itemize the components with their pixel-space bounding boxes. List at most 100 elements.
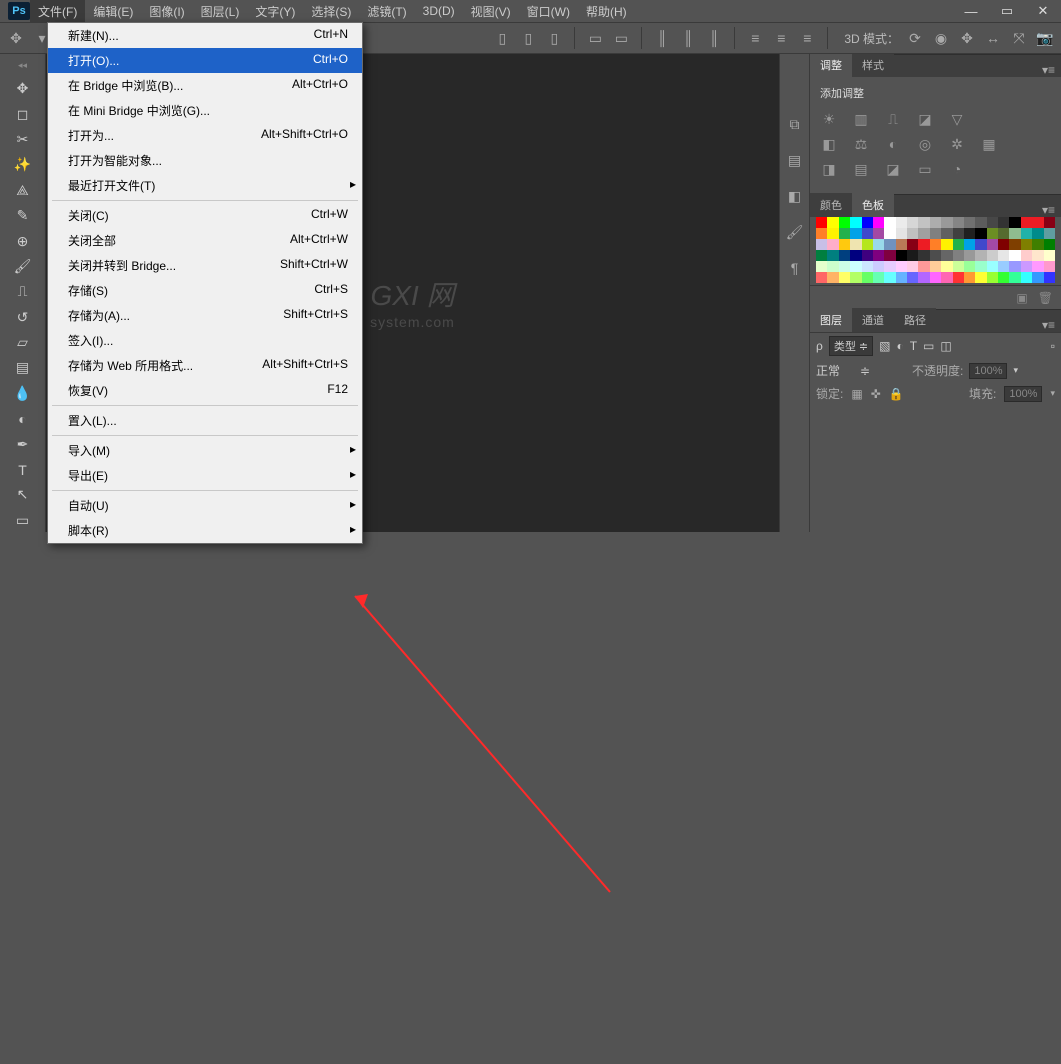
swatch[interactable] xyxy=(816,250,827,261)
swatch[interactable] xyxy=(827,228,838,239)
swatch[interactable] xyxy=(964,228,975,239)
swatch[interactable] xyxy=(1032,272,1043,283)
properties-icon[interactable]: ◧ xyxy=(785,186,805,206)
swatch[interactable] xyxy=(816,239,827,250)
swatch[interactable] xyxy=(862,228,873,239)
swatch[interactable] xyxy=(918,228,929,239)
swatch[interactable] xyxy=(816,217,827,228)
swatch[interactable] xyxy=(1009,217,1020,228)
menu-dd[interactable]: 3D(D) xyxy=(415,1,463,21)
tab-swatches[interactable]: 色板 xyxy=(852,193,894,217)
swatch[interactable] xyxy=(975,239,986,250)
3d-pan-icon[interactable]: ✥ xyxy=(957,28,977,48)
curves-icon[interactable]: ⎍ xyxy=(884,111,902,128)
swatch[interactable] xyxy=(918,239,929,250)
swatch[interactable] xyxy=(1009,228,1020,239)
distribute-icon[interactable]: ║ xyxy=(704,28,724,48)
distribute-icon[interactable]: ≡ xyxy=(771,28,791,48)
menu-v[interactable]: 视图(V) xyxy=(463,0,519,23)
tab-paths[interactable]: 路径 xyxy=(894,308,936,332)
swatch[interactable] xyxy=(1044,261,1055,272)
posterize-icon[interactable]: ▤ xyxy=(852,161,870,178)
threshold-icon[interactable]: ◪ xyxy=(884,161,902,178)
swatch[interactable] xyxy=(1044,228,1055,239)
gradient-map-icon[interactable]: ▭ xyxy=(916,161,934,178)
swatch[interactable] xyxy=(873,261,884,272)
swatch[interactable] xyxy=(896,228,907,239)
swatch[interactable] xyxy=(839,272,850,283)
panel-menu-icon[interactable]: ▾≡ xyxy=(1036,318,1061,332)
swatch[interactable] xyxy=(918,250,929,261)
swatch[interactable] xyxy=(1044,272,1055,283)
swatch[interactable] xyxy=(884,250,895,261)
menu-item[interactable]: 在 Mini Bridge 中浏览(G)... xyxy=(48,98,362,123)
swatch[interactable] xyxy=(953,261,964,272)
new-swatch-icon[interactable]: ▣ xyxy=(1016,291,1027,305)
blend-mode-select[interactable]: 正常 ≑ xyxy=(816,362,906,379)
dodge-tool-icon[interactable]: ◐ xyxy=(11,407,35,430)
swatch[interactable] xyxy=(862,250,873,261)
3d-scale-icon[interactable]: ⤧ xyxy=(1009,28,1029,48)
swatch[interactable] xyxy=(987,217,998,228)
swatch[interactable] xyxy=(1021,250,1032,261)
3d-camera-icon[interactable]: 📷 xyxy=(1035,28,1055,48)
move-tool-icon[interactable]: ✥ xyxy=(11,77,35,100)
swatch[interactable] xyxy=(896,272,907,283)
menu-s[interactable]: 选择(S) xyxy=(303,0,359,23)
tab-channels[interactable]: 通道 xyxy=(852,308,894,332)
swatch[interactable] xyxy=(862,217,873,228)
swatch[interactable] xyxy=(964,272,975,283)
swatch[interactable] xyxy=(953,272,964,283)
swatch[interactable] xyxy=(930,250,941,261)
swatch[interactable] xyxy=(941,272,952,283)
history-icon[interactable]: ⧉ xyxy=(785,114,805,134)
swatch[interactable] xyxy=(998,239,1009,250)
minimize-button[interactable]: — xyxy=(953,0,989,22)
swatch[interactable] xyxy=(975,228,986,239)
menu-e[interactable]: 编辑(E) xyxy=(85,0,141,23)
align-icon[interactable]: ▯ xyxy=(492,28,512,48)
swatch[interactable] xyxy=(998,217,1009,228)
swatch[interactable] xyxy=(918,272,929,283)
swatch[interactable] xyxy=(918,261,929,272)
swatch[interactable] xyxy=(1044,217,1055,228)
swatch[interactable] xyxy=(941,217,952,228)
lock-pixels-icon[interactable]: ▦ xyxy=(851,387,862,401)
delete-swatch-icon[interactable]: 🗑 xyxy=(1038,291,1053,305)
swatch[interactable] xyxy=(1032,261,1043,272)
swatch[interactable] xyxy=(987,261,998,272)
swatch[interactable] xyxy=(839,250,850,261)
heal-tool-icon[interactable]: ⊕ xyxy=(11,229,35,252)
brush-tool-icon[interactable]: 🖌 xyxy=(11,255,35,278)
menu-item[interactable]: 打开为...Alt+Shift+Ctrl+O xyxy=(48,123,362,148)
lookup-icon[interactable]: ▦ xyxy=(980,136,998,153)
swatch[interactable] xyxy=(839,228,850,239)
swatch[interactable] xyxy=(930,272,941,283)
swatch[interactable] xyxy=(862,272,873,283)
menu-h[interactable]: 帮助(H) xyxy=(578,0,635,23)
swatch[interactable] xyxy=(827,272,838,283)
wand-tool-icon[interactable]: ✨ xyxy=(11,153,35,176)
menu-item[interactable]: 存储为 Web 所用格式...Alt+Shift+Ctrl+S xyxy=(48,353,362,378)
swatch[interactable] xyxy=(907,228,918,239)
swatch[interactable] xyxy=(998,272,1009,283)
swatch[interactable] xyxy=(1044,250,1055,261)
shape-tool-icon[interactable]: ▭ xyxy=(11,509,35,532)
swatch[interactable] xyxy=(896,217,907,228)
align-icon[interactable]: ▭ xyxy=(585,28,605,48)
tab-adjustments[interactable]: 调整 xyxy=(810,54,852,77)
3d-roll-icon[interactable]: ◉ xyxy=(931,28,951,48)
swatch[interactable] xyxy=(1021,261,1032,272)
invert-icon[interactable]: ◨ xyxy=(820,161,838,178)
menu-item[interactable]: 存储为(A)...Shift+Ctrl+S xyxy=(48,303,362,328)
menu-item[interactable]: 新建(N)...Ctrl+N xyxy=(48,23,362,48)
lock-all-icon[interactable]: 🔒 xyxy=(889,387,904,401)
swatch[interactable] xyxy=(964,261,975,272)
tab-color[interactable]: 颜色 xyxy=(810,193,852,217)
collapse-icon[interactable]: ◂◂ xyxy=(18,60,27,71)
align-icon[interactable]: ▭ xyxy=(611,28,631,48)
panel-menu-icon[interactable]: ▾≡ xyxy=(1036,63,1061,77)
swatch[interactable] xyxy=(907,272,918,283)
swatch[interactable] xyxy=(862,261,873,272)
swatch[interactable] xyxy=(1009,250,1020,261)
